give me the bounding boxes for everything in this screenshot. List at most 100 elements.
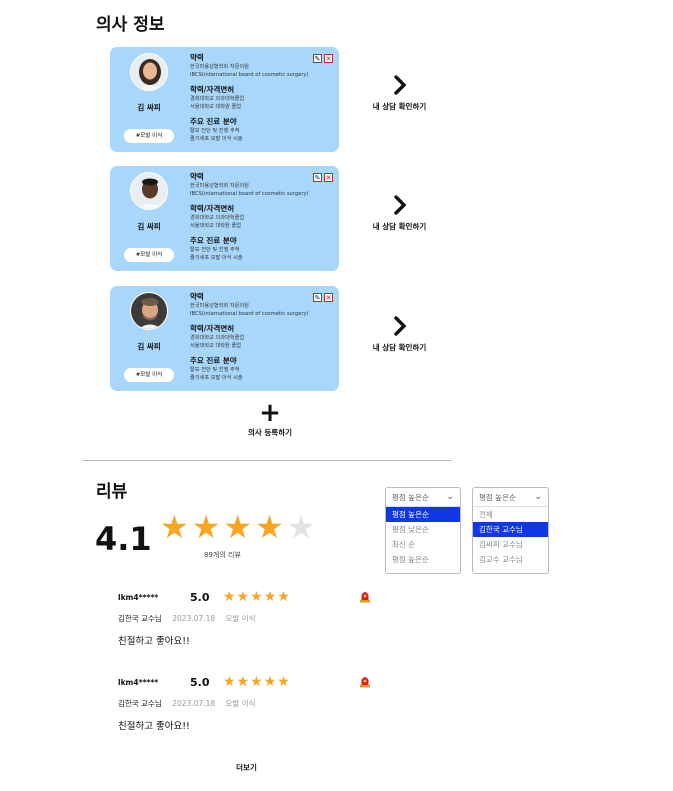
sort-option[interactable]: 평점 높은순 [386,552,460,567]
star-icon: ★ [263,589,277,605]
delete-icon[interactable]: ✕ [324,293,333,302]
doctor-card: 김 싸피 #모발 이식 약력 한국미용성형학회 자문의원 IBCS(intern… [110,47,339,152]
star-icon: ★ [277,589,290,605]
review-treatment: 모발 이식 [225,699,256,708]
review-score: 5.0 [190,591,210,604]
education-line: 서울대학교 대학원 졸업 [190,103,242,110]
doctor-name: 김 싸피 [137,222,161,231]
doctor-filter-option[interactable]: 김싸피 교수님 [473,537,548,552]
doctor-avatar [130,53,168,91]
review-user: lkm4***** [118,593,159,602]
review-item: lkm4***** 5.0 ★ ★ ★ ★ ★ 김한국 교수님 2023.07.… [118,589,398,653]
education-title: 학력/자격면허 [190,324,235,334]
specialty-line: 탈모 진단 및 진행 추적 [190,367,240,374]
more-button[interactable]: 더보기 [224,762,269,773]
add-doctor-label: 의사 등록하기 [247,428,292,437]
delete-icon[interactable]: ✕ [324,173,333,182]
specialty-title: 주요 진료 분야 [190,236,237,246]
review-section-title: 리뷰 [96,482,128,502]
review-score: 5.0 [190,676,210,689]
consult-link[interactable]: 내 상담 확인하기 [362,316,437,353]
consult-label: 내 상담 확인하기 [372,102,427,111]
career-line: 한국미용성형학회 자문의원 [190,64,249,70]
chevron-right-icon [393,195,406,215]
sort-dropdown[interactable]: 평점 높은순 ⌄ 평점 높은순 평점 낮은순 최신 순 평점 높은순 [385,487,461,574]
consult-link[interactable]: 내 상담 확인하기 [362,75,437,112]
specialty-line: 줄기세포 모발 이식 시술 [190,254,243,261]
doctor-filter-option[interactable]: 김한국 교수님 [473,522,548,537]
add-doctor-button[interactable]: + 의사 등록하기 [232,398,308,438]
sort-dropdown-header[interactable]: 평점 높은순 ⌄ [386,488,460,507]
doctor-name: 김 싸피 [137,103,161,112]
sort-option[interactable]: 평점 낮은순 [386,522,460,537]
star-icon: ★ [250,674,263,690]
doctor-filter-selected: 평점 높은순 [479,492,516,502]
chevron-down-icon: ⌄ [446,492,454,502]
specialty-tag[interactable]: #모발 이식 [124,368,174,382]
career-line: IBCS(international board of cosmetic sur… [190,190,309,197]
chevron-down-icon: ⌄ [534,492,542,502]
career-line: 한국미용성형학회 자문의원 [190,183,249,189]
doctor-filter-dropdown[interactable]: 평점 높은순 ⌄ 전체 김한국 교수님 김싸피 교수님 김교수 교수님 [472,487,549,574]
doctor-avatar [130,172,168,210]
rating-stars: ★ ★ ★ ★ ★ [160,511,315,543]
consult-link[interactable]: 내 상담 확인하기 [362,195,437,232]
star-icon: ★ [191,508,221,546]
review-user: lkm4***** [118,678,159,687]
star-icon: ★ [277,674,290,690]
review-stars: ★ ★ ★ ★ ★ [223,589,290,605]
doctor-info: 약력 한국미용성형학회 자문의원 IBCS(international boar… [190,171,335,263]
average-rating: 4.1 [95,520,152,558]
specialty-line: 줄기세포 모발 이식 시술 [190,374,243,381]
doctor-section-title: 의사 정보 [96,15,165,35]
star-icon: ★ [160,508,189,546]
review-count: 89개의 리뷰 [204,551,241,559]
career-line: 한국미용성형학회 자문의원 [190,303,249,309]
report-siren-icon[interactable] [359,674,371,688]
education-line: 서울대학교 대학원 졸업 [190,342,242,349]
delete-icon[interactable]: ✕ [324,54,333,63]
education-title: 학력/자격면허 [190,204,235,214]
doctor-filter-option[interactable]: 김교수 교수님 [473,552,548,567]
section-divider [82,460,452,461]
star-empty-icon: ★ [286,508,316,546]
star-icon: ★ [263,674,277,690]
specialty-title: 주요 진료 분야 [190,117,237,127]
specialty-line: 줄기세포 모발 이식 시술 [190,135,243,142]
review-treatment: 모발 이식 [225,614,256,623]
edit-icon[interactable]: ✎ [313,173,322,182]
consult-label: 내 상담 확인하기 [372,343,427,352]
career-line: IBCS(international board of cosmetic sur… [190,71,309,78]
star-icon: ★ [223,674,236,690]
star-icon: ★ [250,589,263,605]
specialty-line: 탈모 진단 및 진행 추적 [190,128,240,135]
doctor-info: 약력 한국미용성형학회 자문의원 IBCS(international boar… [190,52,335,144]
specialty-title: 주요 진료 분야 [190,356,237,366]
education-title: 학력/자격면허 [190,85,235,95]
review-stars: ★ ★ ★ ★ ★ [223,674,290,690]
specialty-tag[interactable]: #모발 이식 [124,248,174,262]
star-icon: ★ [255,508,284,546]
edit-icon[interactable]: ✎ [313,54,322,63]
review-doctor: 김한국 교수님 [118,614,162,623]
specialty-tag[interactable]: #모발 이식 [124,129,174,143]
doctor-info: 약력 한국미용성형학회 자문의원 IBCS(international boar… [190,291,335,383]
doctor-filter-option[interactable]: 전체 [473,507,548,522]
report-siren-icon[interactable] [359,589,371,603]
education-line: 경희대학교 의과대학졸업 [190,215,245,222]
edit-icon[interactable]: ✎ [313,293,322,302]
review-meta: 김한국 교수님 2023.07.18 모발 이식 [118,698,264,709]
doctor-filter-header[interactable]: 평점 높은순 ⌄ [473,488,548,507]
review-date: 2023.07.18 [172,699,216,708]
plus-icon: + [259,398,281,428]
education-line: 경희대학교 의과대학졸업 [190,335,245,342]
specialty-line: 탈모 진단 및 진행 추적 [190,247,240,254]
review-item: lkm4***** 5.0 ★ ★ ★ ★ ★ 김한국 교수님 2023.07.… [118,674,398,738]
sort-option[interactable]: 최신 순 [386,537,460,552]
review-text: 친절하고 좋아요!! [118,636,190,647]
education-line: 서울대학교 대학원 졸업 [190,222,242,229]
sort-option[interactable]: 평점 높은순 [386,507,460,522]
review-doctor: 김한국 교수님 [118,699,162,708]
doctor-card: 김 싸피 #모발 이식 약력 한국미용성형학회 자문의원 IBCS(intern… [110,286,339,391]
star-icon: ★ [223,589,236,605]
